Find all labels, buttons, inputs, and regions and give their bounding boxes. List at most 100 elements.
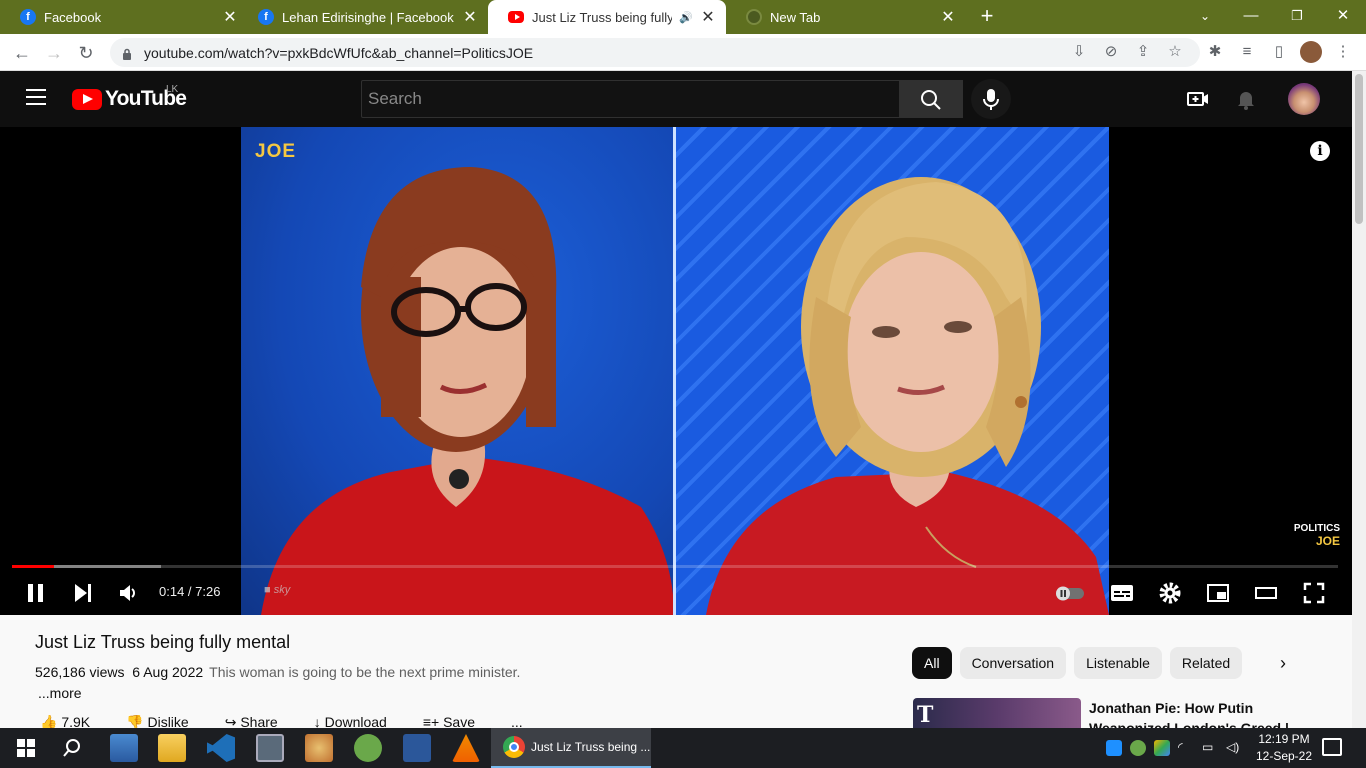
close-tab-icon[interactable]: ✕ [940,7,956,27]
close-tab-icon[interactable]: ✕ [222,7,238,27]
calculator-icon[interactable] [256,734,284,762]
tray-app-icon[interactable] [1154,740,1170,756]
share-icon[interactable]: ⇪ [1132,41,1154,63]
vscode-icon[interactable] [207,734,235,762]
tab-search-icon[interactable]: ⌄ [1182,0,1228,34]
download-label: Download [324,714,387,728]
system-tray: ◜ ▭ ◁) [1106,728,1242,768]
save-button[interactable]: ≡+ Save [423,714,475,728]
tab-youtube[interactable]: Just Liz Truss being fully mer 🔊 ✕ [488,0,726,34]
wifi-icon[interactable]: ◜ [1178,740,1194,756]
next-video-icon[interactable] [72,580,94,606]
broadcaster-text: sky [273,584,291,596]
subtitles-icon[interactable] [1110,580,1134,606]
youtube-logo[interactable]: YouTube LK [72,84,187,111]
forward-icon[interactable]: → [40,39,68,67]
tab-facebook[interactable]: f Facebook ✕ [0,0,248,34]
close-tab-icon[interactable]: ✕ [700,7,716,27]
chip-listenable[interactable]: Listenable [1074,647,1162,679]
install-icon[interactable]: ⇩ [1068,41,1090,63]
video-player[interactable]: JOE POLITICS JOE i 0:14 / 7:26 ■ sky [0,127,1352,615]
profile-avatar[interactable] [1300,41,1322,63]
filter-chips: All Conversation Listenable Related [912,647,1243,679]
miniplayer-icon[interactable] [1206,580,1230,606]
youtube-page: YouTube LK Search JOE POLITICS JOE i 0:1… [0,71,1352,728]
download-button[interactable]: ↓ Download [314,714,387,728]
politics-joe-watermark: POLITICS JOE [1294,522,1340,549]
omnibox[interactable]: youtube.com/watch?v=pxkBdcWfUfc&ab_chann… [110,38,1200,67]
hamburger-menu-icon[interactable] [26,89,46,105]
scrollbar-thumb[interactable] [1355,74,1363,224]
speaker-icon[interactable]: 🔊 [678,11,694,24]
back-icon[interactable]: ← [8,39,36,67]
word-icon[interactable] [403,734,431,762]
camera-icon: ■ [264,584,274,596]
settings-gear-icon[interactable] [1158,580,1182,606]
tab-new-tab[interactable]: New Tab ✕ [726,0,966,34]
search-input[interactable]: Search [361,80,900,118]
player-controls: 0:14 / 7:26 ■ sky [0,572,1352,615]
clock-date: 12-Sep-22 [1255,749,1313,763]
recommendation-title[interactable]: Jonathan Pie: How Putin Weaponized Londo… [1089,698,1289,728]
progress-bar[interactable] [12,565,1338,568]
utorrent-icon[interactable] [354,734,382,762]
paint-icon[interactable] [305,734,333,762]
recommendation-thumbnail[interactable]: T [913,698,1081,728]
share-label: Share [240,714,278,728]
tray-app-icon[interactable] [1106,740,1122,756]
side-panel-icon[interactable]: ▯ [1268,41,1290,63]
terminal-app-icon[interactable] [110,734,138,762]
taskbar-chrome-window[interactable]: Just Liz Truss being ... [491,728,651,768]
chevron-right-icon[interactable]: › [1280,653,1300,673]
search-button[interactable] [899,80,963,118]
notifications-bell-icon[interactable] [1234,87,1258,111]
more-button[interactable]: ...more [38,685,82,701]
pause-icon[interactable] [26,580,46,606]
account-avatar[interactable] [1288,83,1320,115]
autoplay-toggle[interactable] [1054,580,1086,606]
volume-icon[interactable] [118,580,140,606]
new-tab-button[interactable]: + [964,0,1010,34]
notification-center-icon[interactable] [1322,738,1342,756]
broadcaster-badge: ■ sky [264,584,290,596]
presenter-figure [261,167,674,615]
microphone-icon [983,89,999,110]
country-code: LK [166,84,179,95]
like-button[interactable]: 👍 7.9K [40,714,90,728]
info-icon[interactable]: i [1310,141,1330,161]
more-actions-button[interactable]: ... [511,714,523,728]
reload-icon[interactable]: ↻ [72,39,100,67]
close-tab-icon[interactable]: ✕ [462,7,478,27]
chip-conversation[interactable]: Conversation [959,647,1067,679]
theater-mode-icon[interactable] [1254,580,1278,606]
volume-tray-icon[interactable]: ◁) [1226,740,1242,756]
share-button[interactable]: ↪ Share [225,714,278,728]
video-frame[interactable]: JOE [241,127,1109,615]
restore-button[interactable]: ❐ [1274,0,1320,34]
vlc-icon[interactable] [452,734,480,762]
page-scrollbar[interactable] [1352,71,1366,728]
battery-icon[interactable]: ▭ [1202,740,1218,756]
dislike-button[interactable]: 👎 Dislike [126,714,189,728]
chrome-menu-icon[interactable]: ⋮ [1332,41,1354,63]
tracking-icon[interactable]: ⊘ [1100,41,1122,63]
taskbar-clock[interactable]: 12:19 PM 12-Sep-22 [1252,731,1316,765]
create-video-icon[interactable] [1186,87,1210,111]
youtube-play-icon [72,88,102,110]
windows-start-icon[interactable] [12,734,40,762]
chip-all[interactable]: All [912,647,952,679]
utorrent-tray-icon[interactable] [1130,740,1146,756]
voice-search-button[interactable] [971,79,1011,119]
search-icon [921,90,941,110]
tab-lehan-facebook[interactable]: f Lehan Edirisinghe | Facebook ✕ [238,0,488,34]
fullscreen-icon[interactable] [1302,580,1326,606]
media-icon[interactable]: ≡ [1236,41,1258,63]
close-window-button[interactable]: ✕ [1320,0,1366,34]
file-explorer-icon[interactable] [158,734,186,762]
bookmark-star-icon[interactable]: ☆ [1164,41,1186,63]
search-icon[interactable] [58,734,86,762]
video-meta[interactable]: 526,186 views 6 Aug 2022 This woman is go… [35,664,520,680]
extensions-icon[interactable]: ✱ [1204,41,1226,63]
minimize-button[interactable]: — [1228,0,1274,34]
chip-related[interactable]: Related [1169,647,1243,679]
